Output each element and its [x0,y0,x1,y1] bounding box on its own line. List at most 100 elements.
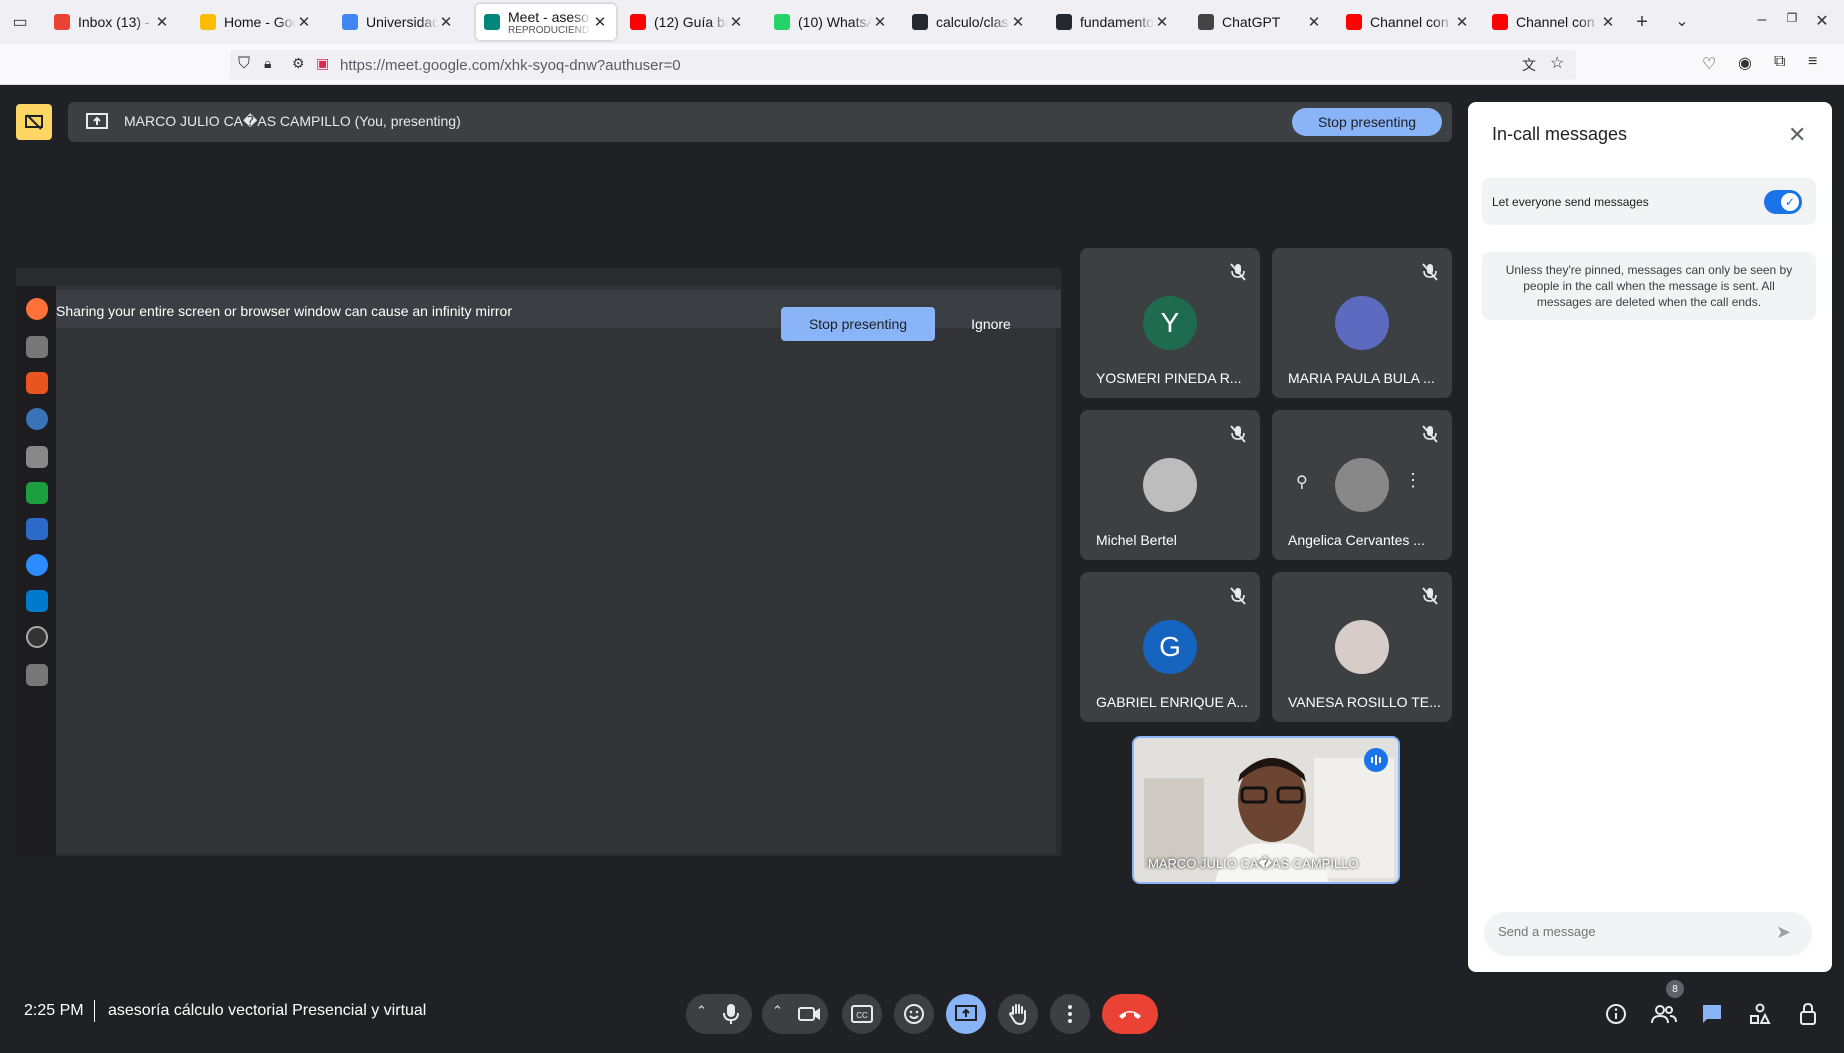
tab-9[interactable]: Channel con ✕ [1338,6,1478,38]
files-icon [26,336,48,358]
more-vert-icon[interactable]: ⋮ [1404,470,1422,491]
mirror-dock [16,286,56,856]
participant-name: YOSMERI PINEDA R... [1096,370,1242,386]
participant-avatar: G [1143,620,1197,674]
tab-label: Universidad [366,14,438,30]
tab-5[interactable]: (10) WhatsAp✕ [766,6,896,38]
speaking-indicator-icon [1364,748,1388,772]
url-text[interactable]: https://meet.google.com/xhk-syoq-dnw?aut… [340,57,681,74]
warning-stop-presenting-button[interactable]: Stop presenting [781,307,935,341]
lock-icon[interactable]: 🔒︎ [264,55,271,72]
tab-6[interactable]: calculo/class ✕ [904,6,1034,38]
tab-close-icon[interactable]: ✕ [438,13,454,31]
send-icon[interactable]: ➤ [1776,922,1791,943]
end-call-icon [1119,1011,1141,1019]
tab-4[interactable]: (12) Guía bás✕ [622,6,752,38]
chat-icon[interactable] [1696,998,1728,1030]
participant-avatar [1335,458,1389,512]
send-messages-toggle[interactable]: ✓ [1764,190,1802,214]
participant-tile[interactable]: Michel Bertel [1080,410,1260,560]
stop-presenting-button[interactable]: Stop presenting [1292,108,1442,136]
minimize-window-icon[interactable]: – [1752,11,1772,29]
impress-icon [26,518,48,540]
tab-1[interactable]: Home - Goog✕ [192,6,320,38]
close-window-icon[interactable]: ✕ [1812,11,1832,31]
tab-close-icon[interactable]: ✕ [1306,13,1322,31]
people-icon[interactable] [1648,998,1680,1030]
restore-window-icon[interactable]: ❐ [1782,11,1802,25]
present-screen-icon [86,112,108,137]
tracking-shield-icon[interactable]: ⛉ [238,55,250,73]
tab-10[interactable]: Channel con ✕ [1484,6,1624,38]
extensions-icon[interactable]: ⧉ [1774,53,1785,71]
calendar-icon [342,14,358,30]
menu-icon[interactable]: ≡ [1808,53,1817,71]
bookmark-star-icon[interactable]: ☆ [1550,53,1564,73]
new-tab-icon[interactable]: + [1632,11,1652,34]
participant-tile[interactable]: G GABRIEL ENRIQUE A... [1080,572,1260,722]
divider [94,1000,95,1022]
permissions-icon[interactable]: ⚙ [292,55,305,72]
camera-options-chevron-icon[interactable]: ⌃ [772,1003,783,1019]
camera-icon[interactable] [798,1004,822,1029]
check-icon: ✓ [1781,193,1799,211]
tab-7[interactable]: fundamento ✕ [1048,6,1178,38]
captions-icon: CC [851,1005,873,1023]
participant-tile[interactable]: Angelica Cervantes ... ⚲ ⋮ [1272,410,1452,560]
self-video-tile[interactable]: MARCO JULIO CA�AS CAMPILLO [1132,736,1400,884]
participant-tile[interactable]: Y YOSMERI PINEDA R... [1080,248,1260,398]
leave-call-button[interactable] [1102,994,1158,1034]
tab-label: calculo/class [936,14,1010,30]
whatsapp-icon [774,14,790,30]
github-icon [1056,14,1072,30]
tab-sublabel: REPRODUCIEND [508,24,590,36]
self-tile-name: MARCO JULIO CA�AS CAMPILLO [1148,856,1359,871]
more-options-button[interactable] [1050,994,1090,1034]
tab-label: ChatGPT [1222,14,1281,30]
presenting-label: MARCO JULIO CA�AS CAMPILLO (You, present… [124,113,461,129]
mic-off-icon [1422,587,1438,605]
tab-label: (10) WhatsAp [798,14,872,30]
tab-close-icon[interactable]: ✕ [1010,13,1026,31]
present-now-button[interactable] [946,994,986,1034]
account-icon[interactable]: ◉ [1738,53,1752,73]
captions-button[interactable]: CC [842,994,882,1034]
participant-tile[interactable]: MARIA PAULA BULA ... [1272,248,1452,398]
tab-close-icon[interactable]: ✕ [296,13,312,31]
pin-icon[interactable]: ⚲ [1296,472,1308,492]
tab-2[interactable]: Universidad ✕ [334,6,462,38]
tab-close-icon[interactable]: ✕ [872,13,888,31]
tab-overview-icon[interactable]: ▭ [10,12,30,32]
tab-3[interactable]: Meet - aseso REPRODUCIEND ✕ [476,4,616,40]
tab-close-icon[interactable]: ✕ [1154,13,1170,31]
activities-icon[interactable] [1744,998,1776,1030]
mic-off-icon [1230,263,1246,281]
microphone-icon[interactable] [720,1002,742,1031]
translate-icon[interactable]: 文 [1522,55,1536,75]
tab-0[interactable]: Inbox (13) - m✕ [46,6,178,38]
warning-ignore-button[interactable]: Ignore [956,307,1026,341]
reactions-button[interactable] [894,994,934,1034]
meeting-details-icon[interactable] [1600,998,1632,1030]
participant-tile[interactable]: VANESA ROSILLO TE... [1272,572,1452,722]
mic-options-chevron-icon[interactable]: ⌃ [696,1003,707,1019]
tab-close-icon[interactable]: ✕ [154,13,170,31]
obs-icon [26,626,48,648]
tab-label: fundamento [1080,14,1154,30]
tab-close-icon[interactable]: ✕ [728,13,744,31]
youtube-icon [1492,14,1508,30]
tab-list-chevron-icon[interactable]: ⌄ [1672,11,1692,31]
tab-close-icon[interactable]: ✕ [1600,13,1616,31]
screen-share-indicator-icon[interactable]: ▣ [316,55,329,72]
raise-hand-button[interactable] [998,994,1038,1034]
host-controls-icon[interactable] [1792,998,1824,1030]
tab-8[interactable]: ChatGPT ✕ [1190,6,1330,38]
message-input[interactable] [1498,924,1758,939]
tab-close-icon[interactable]: ✕ [592,13,608,31]
tab-close-icon[interactable]: ✕ [1454,13,1470,31]
tab-label: Channel con [1370,14,1449,30]
meeting-title: asesoría cálculo vectorial Presencial y … [108,1002,427,1019]
pocket-icon[interactable]: ♡ [1702,54,1716,74]
close-icon[interactable]: ✕ [1788,122,1806,148]
screen-share-preview [16,268,1061,856]
